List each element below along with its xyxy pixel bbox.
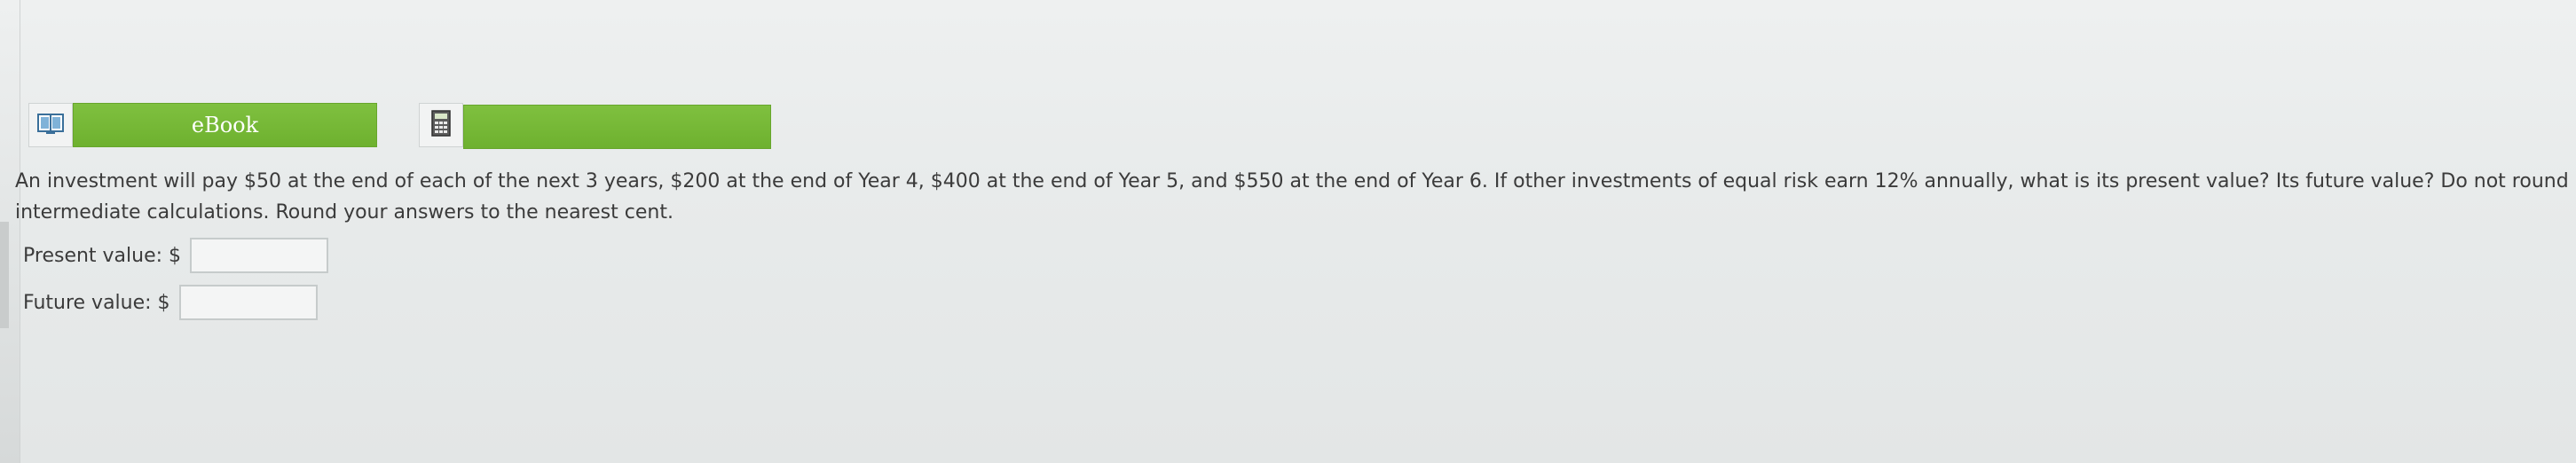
calculator-icon <box>431 110 451 140</box>
left-edge-mark <box>0 222 9 328</box>
future-value-row: Future value: $ <box>23 285 318 320</box>
left-edge-strip <box>0 0 20 463</box>
ebook-button[interactable]: eBook <box>73 103 377 147</box>
future-value-input[interactable] <box>178 285 318 320</box>
calculator-icon-tile[interactable] <box>419 103 463 147</box>
ebook-icon-tile[interactable] <box>28 103 73 147</box>
book-open-icon <box>37 113 64 137</box>
ebook-label: eBook <box>191 113 259 137</box>
question-text: An investment will pay $50 at the end of… <box>15 166 2571 228</box>
question-line-2: intermediate calculations. Round your an… <box>15 201 674 224</box>
present-value-input[interactable] <box>190 238 329 273</box>
calculator-button[interactable] <box>463 105 771 149</box>
question-line-1: An investment will pay $50 at the end of… <box>15 170 2569 192</box>
future-value-label: Future value: $ <box>23 291 170 314</box>
present-value-label: Present value: $ <box>23 244 182 267</box>
present-value-row: Present value: $ <box>23 238 329 273</box>
